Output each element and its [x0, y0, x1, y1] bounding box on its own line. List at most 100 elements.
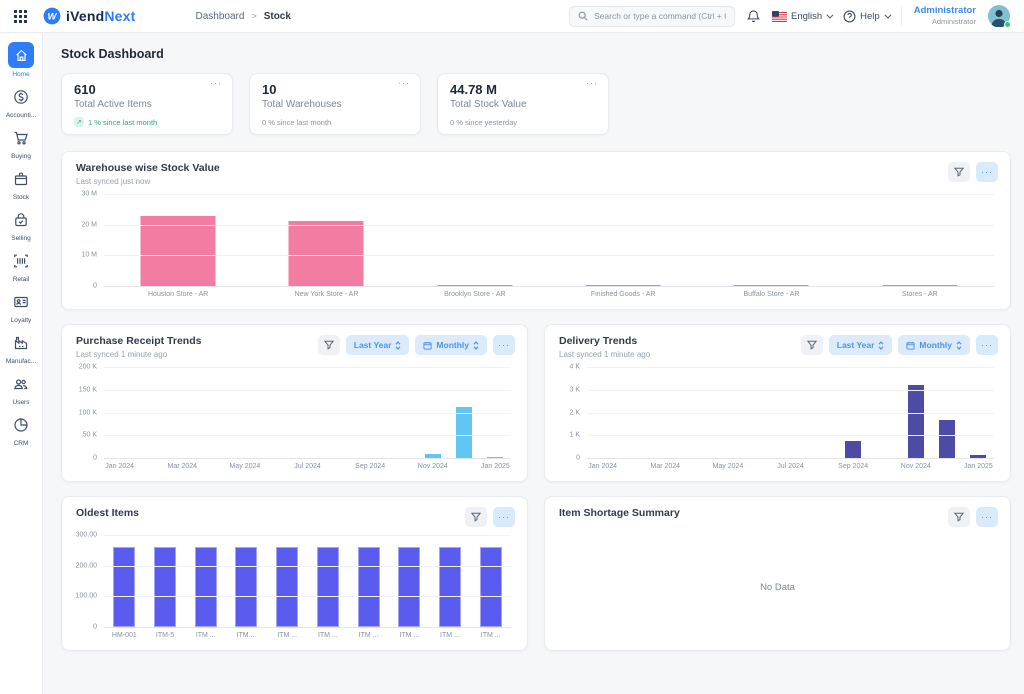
- cart-icon: [9, 126, 33, 150]
- chart-column: [226, 535, 267, 627]
- avatar[interactable]: [988, 5, 1010, 27]
- x-axis-tick: Nov 2024: [900, 463, 931, 473]
- x-axis-tick: ITM ...: [430, 632, 471, 642]
- sidebar-item-crm[interactable]: CRM: [0, 413, 43, 447]
- apps-grid-icon[interactable]: [14, 10, 27, 23]
- kpi-label: Total Stock Value: [450, 99, 596, 110]
- chart-column: [401, 194, 549, 286]
- bar-ITM ...[interactable]: [235, 547, 257, 627]
- gridline: [104, 390, 511, 391]
- filter-button[interactable]: [948, 507, 970, 527]
- sidebar-item-selling[interactable]: Selling: [0, 208, 43, 242]
- sort-arrows-icon: [395, 341, 401, 350]
- sidebar-item-loyalty[interactable]: Loyalty: [0, 290, 43, 324]
- breadcrumb-dashboard[interactable]: Dashboard: [196, 11, 245, 22]
- help-menu[interactable]: Help: [843, 10, 889, 23]
- filter-button[interactable]: [318, 335, 340, 355]
- more-menu-button[interactable]: ···: [493, 507, 515, 527]
- bar-ITM ...[interactable]: [439, 547, 461, 627]
- filter-button[interactable]: [465, 507, 487, 527]
- search-input[interactable]: [594, 11, 726, 21]
- sidebar-item-retail[interactable]: Retail: [0, 249, 43, 283]
- bar-ITM ...[interactable]: [358, 547, 380, 627]
- x-axis-tick: Jan 2025: [963, 463, 994, 473]
- bar-Dec 2024[interactable]: [456, 407, 472, 458]
- kebab-menu-icon[interactable]: ···: [210, 78, 222, 88]
- user-menu[interactable]: Administrator Administrator: [914, 5, 976, 26]
- home-icon: [8, 42, 34, 68]
- range-select[interactable]: Last Year: [829, 335, 893, 355]
- bar-ITM-5[interactable]: [154, 547, 176, 627]
- bar-ITM ...[interactable]: [480, 547, 502, 627]
- funnel-icon: [954, 167, 964, 177]
- y-axis-tick: 0: [93, 624, 97, 631]
- bar-ITM ...[interactable]: [398, 547, 420, 627]
- x-axis-tick: ITM ...: [389, 632, 430, 642]
- x-axis-tick: [323, 463, 354, 473]
- bar-ITM ...[interactable]: [195, 547, 217, 627]
- bar-Dec 2024[interactable]: [939, 420, 955, 458]
- x-axis-tick: [806, 463, 837, 473]
- y-axis-tick: 150 K: [79, 386, 97, 393]
- sidebar-item-users[interactable]: Users: [0, 372, 43, 406]
- language-label: English: [791, 11, 822, 22]
- users-icon: [9, 372, 33, 396]
- x-axis-tick: [681, 463, 712, 473]
- kebab-menu-icon[interactable]: ···: [398, 78, 410, 88]
- sidebar-item-home[interactable]: Home: [0, 42, 43, 78]
- period-select[interactable]: Monthly: [415, 335, 487, 355]
- more-menu-button[interactable]: ···: [976, 335, 998, 355]
- gridline: [104, 596, 511, 597]
- global-search[interactable]: [569, 6, 735, 27]
- loyalty-card-icon: [9, 290, 33, 314]
- more-menu-button[interactable]: ···: [493, 335, 515, 355]
- chart-subtitle: Last synced 1 minute ago: [76, 350, 201, 359]
- x-axis-tick: Mar 2024: [167, 463, 198, 473]
- sort-arrows-icon: [473, 341, 479, 350]
- item-shortage-summary-card: Item Shortage Summary ··· No Data: [544, 496, 1011, 651]
- bar-HM-001[interactable]: [113, 547, 135, 627]
- language-selector[interactable]: English: [772, 11, 831, 22]
- gridline: [104, 367, 511, 368]
- sidebar-item-manufacturing[interactable]: Manufac...: [0, 331, 43, 365]
- bar-Nov 2024[interactable]: [908, 385, 924, 458]
- chart-column: [348, 535, 389, 627]
- chart-subtitle: Last synced 1 minute ago: [559, 350, 650, 359]
- notifications-bell-icon[interactable]: [747, 9, 760, 23]
- gridline: [104, 566, 511, 567]
- brand-logo[interactable]: W iVendNext: [43, 7, 136, 25]
- bar-Sep 2024[interactable]: [845, 441, 861, 458]
- user-role: Administrator: [914, 17, 976, 26]
- chart-column: [267, 535, 308, 627]
- gridline: [587, 458, 994, 459]
- chart-column: [389, 535, 430, 627]
- filter-button[interactable]: [801, 335, 823, 355]
- x-axis-tick: [135, 463, 166, 473]
- sidebar-item-accounting[interactable]: Accounti...: [0, 85, 43, 119]
- x-axis-tick: Finished Goods - AR: [549, 291, 697, 301]
- sort-arrows-icon: [878, 341, 884, 350]
- chart-column: [145, 535, 186, 627]
- kebab-menu-icon[interactable]: ···: [586, 78, 598, 88]
- help-icon: [843, 10, 856, 23]
- period-select[interactable]: Monthly: [898, 335, 970, 355]
- bar-Houston Store - AR[interactable]: [141, 216, 216, 286]
- x-axis-tick: Buffalo Store - AR: [697, 291, 845, 301]
- us-flag-icon: [772, 11, 787, 22]
- kpi-label: Total Active Items: [74, 99, 220, 110]
- more-menu-button[interactable]: ···: [976, 507, 998, 527]
- sidebar-item-stock[interactable]: Stock: [0, 167, 43, 201]
- bar-ITM ...[interactable]: [276, 547, 298, 627]
- more-menu-button[interactable]: ···: [976, 162, 998, 182]
- no-data-message: No Data: [545, 529, 1010, 645]
- bar-ITM ...[interactable]: [317, 547, 339, 627]
- chart-column: [185, 535, 226, 627]
- x-axis-tick: ITM ...: [308, 632, 349, 642]
- filter-button[interactable]: [948, 162, 970, 182]
- funnel-icon: [807, 340, 817, 350]
- y-axis-tick: 200.00: [76, 562, 97, 569]
- sidebar-item-buying[interactable]: Buying: [0, 126, 43, 160]
- delivery-trends-card: Delivery Trends Last synced 1 minute ago…: [544, 324, 1011, 482]
- range-select[interactable]: Last Year: [346, 335, 410, 355]
- bar-New York Store - AR[interactable]: [289, 221, 364, 286]
